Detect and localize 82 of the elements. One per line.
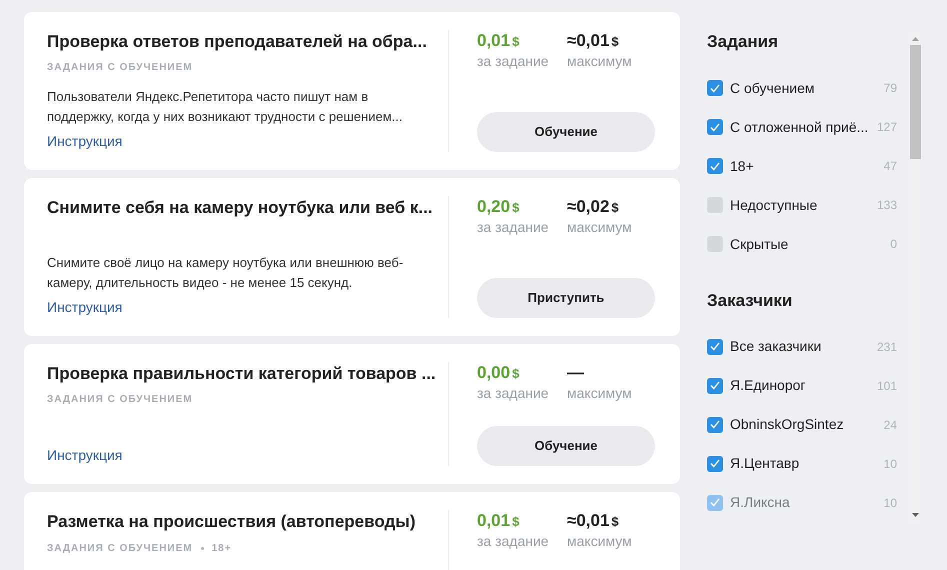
filter-label[interactable]: Я.Ликсна [730,492,790,513]
filter-count: 79 [884,80,897,97]
filter-label[interactable]: С отложенной приё... [730,116,868,138]
checkbox[interactable] [707,338,723,354]
price-caption: максимум [567,218,633,236]
filter-label[interactable]: Я.Единорог [730,375,806,396]
price-caption: за задание [477,532,550,550]
checkbox[interactable] [707,494,723,510]
filter-count: 24 [884,416,897,434]
price-value: 0,01 [477,510,510,532]
checkmark-icon [710,498,720,507]
filter-label[interactable]: С обучением [730,78,815,98]
price-value: ≈0,02 [567,196,610,218]
scroll-down-icon[interactable] [912,513,919,517]
checkbox[interactable] [707,80,723,96]
checkmark-icon [710,84,720,92]
filter-count: 127 [876,119,897,136]
instruction-link[interactable]: Инструкция [47,445,122,466]
task-tag: ЗАДАНИЯ С ОБУЧЕНИЕМ [47,60,193,75]
price-value: 0,20 [477,196,510,218]
checkbox[interactable] [707,197,723,213]
price-caption: за задание [477,384,550,402]
instruction-link[interactable]: Инструкция [47,297,122,318]
checkmark-icon [710,420,720,429]
currency-sign: $ [512,513,520,531]
filter-count: 0 [890,236,897,253]
checkmark-icon [710,122,720,132]
checkmark-icon [710,162,720,170]
checkmark-icon [710,459,720,468]
instruction-link[interactable]: Инструкция [47,131,122,152]
currency-sign: $ [611,513,619,531]
filter-count: 10 [884,494,897,512]
currency-sign: $ [611,199,619,217]
filter-label[interactable]: 18+ [730,156,754,176]
filter-count: 47 [884,158,897,175]
price-caption: за задание [477,218,550,236]
checkmark-icon [710,381,720,390]
filter-label[interactable]: Я.Центавр [730,453,800,474]
price-value: — [567,362,584,384]
price-value: 0,01 [477,30,510,52]
price-caption: за задание [477,52,550,70]
currency-sign: $ [512,199,520,217]
scrollbar-thumb[interactable] [910,45,921,159]
filter-label[interactable]: Все заказчики [730,336,822,357]
task-title[interactable]: Снимите себя на камеру ноутбука или веб к... [47,196,438,220]
filter-count: 231 [876,338,897,356]
task-title[interactable]: Проверка ответов преподавателей на обра... [47,30,438,54]
checkbox[interactable] [707,236,723,252]
filter-heading: Заказчики [707,290,794,312]
action-button[interactable]: Обучение [477,112,655,152]
checkbox[interactable] [707,456,723,472]
price-value: ≈0,01 [567,30,610,52]
checkbox[interactable] [707,378,723,394]
checkbox[interactable] [707,158,723,174]
filter-label[interactable]: ObninskOrgSintez [730,414,844,435]
filter-label[interactable]: Скрытые [730,234,788,254]
task-title[interactable]: Разметка на происшествия (автопереводы) [47,510,438,534]
task-tag: ЗАДАНИЯ С ОБУЧЕНИЕМ [47,540,193,556]
task-tag: ЗАДАНИЯ С ОБУЧЕНИЕМ [47,392,193,406]
action-button[interactable]: Приступить [477,278,655,318]
price-value: ≈0,01 [567,510,610,532]
filter-count: 133 [876,197,897,214]
price-caption: максимум [567,532,633,550]
task-title[interactable]: Проверка правильности категорий товаров ... [47,362,438,386]
task-tag: 18+ [212,540,232,556]
scroll-up-icon[interactable] [912,37,919,41]
checkmark-icon [710,342,720,351]
filter-count: 101 [876,378,897,394]
price-caption: максимум [567,384,633,402]
filter-label[interactable]: Недоступные [730,194,818,216]
currency-sign: $ [512,33,520,51]
filter-heading: Задания [707,31,779,53]
task-description: Пользователи Яндекс.Репетитора часто пишут нам в поддержку, когда у них возникают трудности с решением... [47,88,404,126]
price-value: 0,00 [477,362,510,384]
filter-count: 10 [884,456,897,472]
task-description: Снимите своё лицо на камеру ноутбука или внешнюю веб-камеру, длительность видео - не менее 15 секунд. [47,254,404,292]
action-button[interactable]: Обучение [477,426,655,466]
checkbox[interactable] [707,119,723,135]
price-caption: максимум [567,52,633,70]
currency-sign: $ [611,33,619,51]
checkbox[interactable] [707,416,723,432]
currency-sign: $ [512,365,520,383]
